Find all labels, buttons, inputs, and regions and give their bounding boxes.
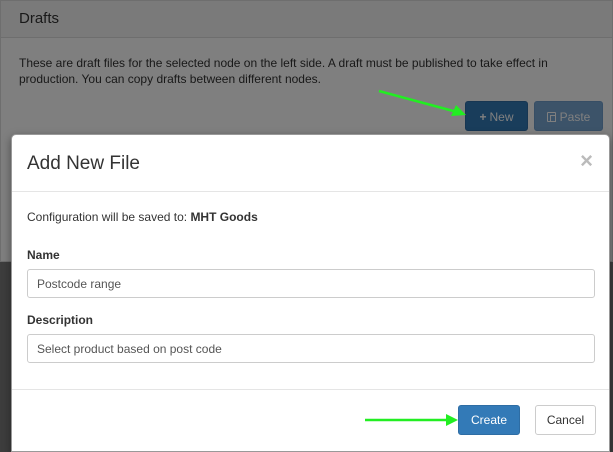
close-icon[interactable]: × xyxy=(580,149,593,173)
save-location-note: Configuration will be saved to: MHT Good… xyxy=(27,208,594,226)
cancel-button[interactable]: Cancel xyxy=(535,405,596,435)
dialog-footer: Create Cancel xyxy=(12,389,609,452)
annotation-arrow-new xyxy=(378,89,466,116)
dialog-body: Configuration will be saved to: MHT Good… xyxy=(12,192,609,363)
create-button[interactable]: Create xyxy=(458,405,520,435)
annotation-arrow-create xyxy=(365,414,458,426)
name-input[interactable] xyxy=(27,269,595,298)
dialog-header: Add New File × xyxy=(12,135,609,192)
add-new-file-dialog: Add New File × Configuration will be sav… xyxy=(11,134,610,452)
name-label: Name xyxy=(27,248,60,262)
dialog-title: Add New File xyxy=(27,153,140,174)
description-label: Description xyxy=(27,313,94,327)
save-location-target: MHT Goods xyxy=(190,210,258,224)
description-input[interactable] xyxy=(27,334,595,363)
save-location-prefix: Configuration will be saved to: xyxy=(27,210,188,224)
